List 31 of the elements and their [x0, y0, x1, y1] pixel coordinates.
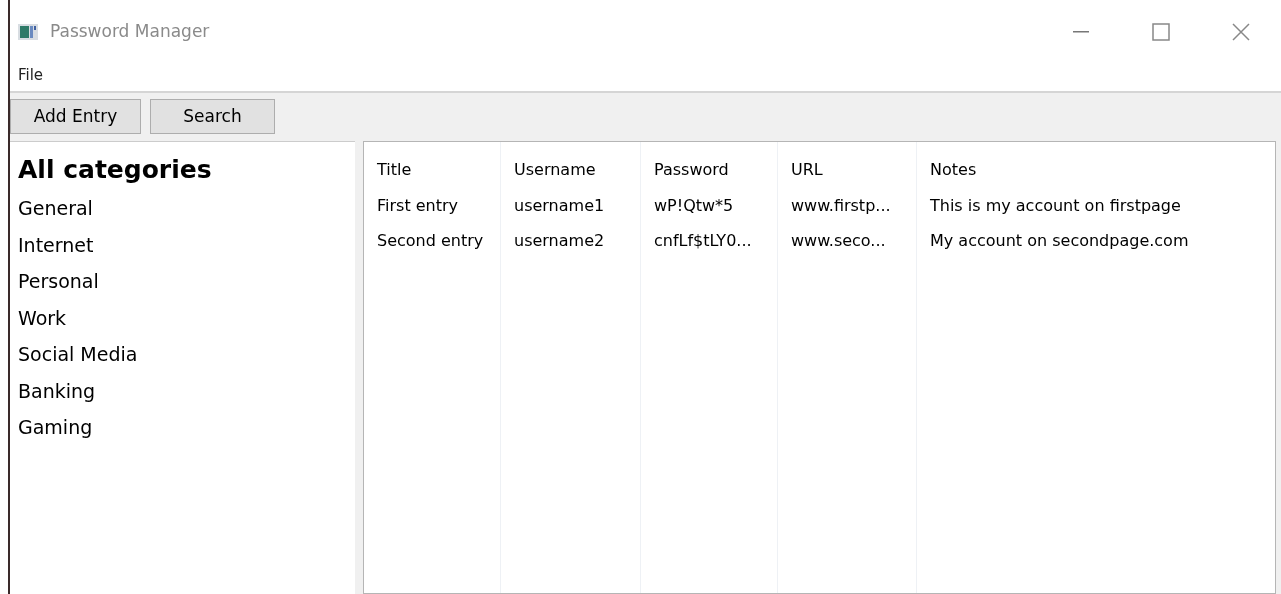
table-cell-text: This is my account on firstpage [930, 195, 1181, 217]
category-item[interactable]: Gaming [18, 416, 93, 438]
column-header[interactable]: Password [654, 152, 729, 188]
table-cell-text: wP!Qtw*5 [654, 195, 734, 217]
table-cell-text: My account on secondpage.com [930, 230, 1189, 252]
category-item[interactable]: Internet [18, 233, 94, 256]
column-header[interactable]: Title [377, 152, 412, 188]
menu-item[interactable]: File [16, 64, 46, 87]
toolbar-button[interactable]: Add Entry [10, 99, 141, 134]
table-cell-text: username2 [514, 230, 605, 252]
toolbar-button[interactable]: Search [150, 99, 275, 134]
column-header[interactable]: Notes [930, 152, 977, 188]
column-header[interactable]: URL [791, 152, 823, 188]
table-cell-text: cnfLf$tLY0... [654, 230, 752, 252]
maximize-icon[interactable] [1152, 23, 1170, 41]
category-item[interactable]: Work [18, 306, 67, 329]
app-icon [18, 24, 38, 40]
table-cell-text: www.firstp... [791, 195, 891, 217]
category-item[interactable]: General [18, 197, 93, 219]
table-cell-text: username1 [514, 195, 605, 217]
category-item[interactable]: Personal [18, 270, 99, 292]
table-cell-text: www.seco... [791, 230, 886, 252]
category-item[interactable]: Banking [18, 379, 96, 402]
category-heading[interactable]: All categories [18, 150, 347, 190]
table-cell-text: Second entry [377, 230, 484, 252]
category-item[interactable]: Social Media [18, 343, 138, 365]
table-cell-text: First entry [377, 195, 459, 217]
close-icon[interactable] [1232, 23, 1250, 41]
minimize-icon[interactable] [1073, 31, 1089, 33]
column-header[interactable]: Username [514, 152, 596, 188]
window-title: Password Manager [50, 20, 210, 44]
